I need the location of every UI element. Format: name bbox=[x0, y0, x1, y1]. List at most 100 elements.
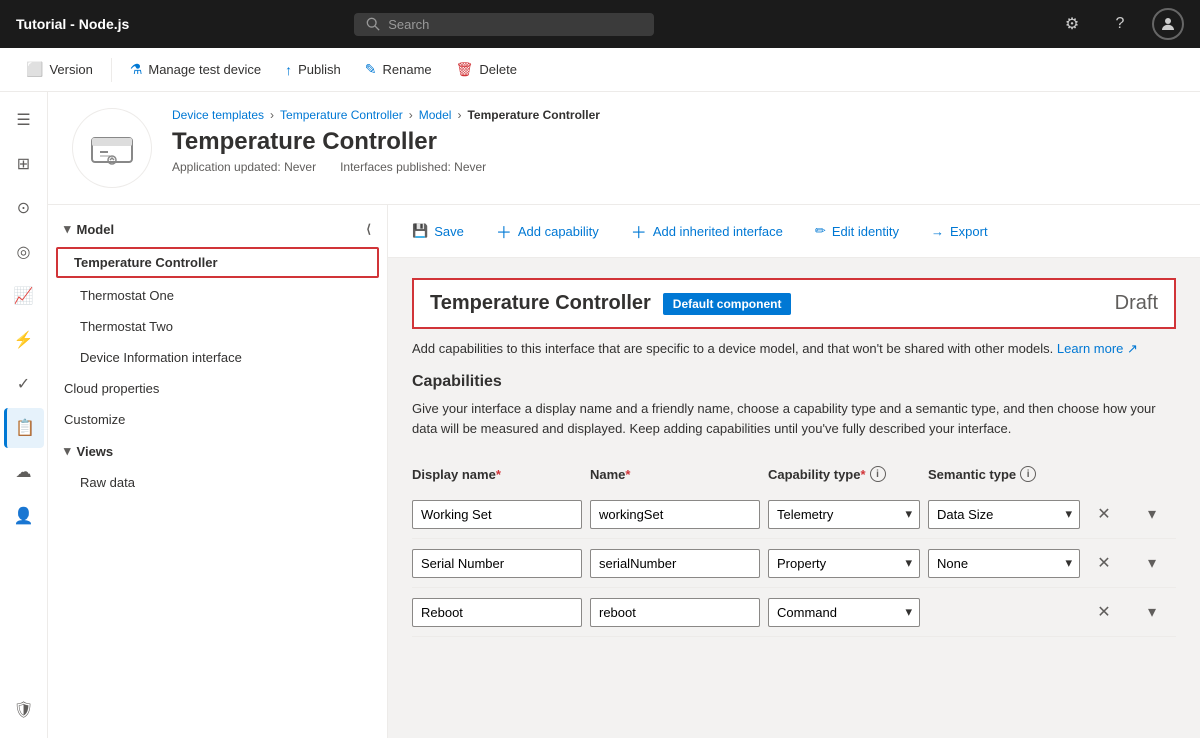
tree-item-thermostat-one[interactable]: Thermostat One bbox=[48, 280, 387, 311]
sidebar-icon-jobs[interactable]: ✓ bbox=[4, 364, 44, 404]
learn-more-link[interactable]: Learn more ↗ bbox=[1057, 341, 1138, 356]
add-inherited-interface-button[interactable]: ＋ Add inherited interface bbox=[623, 213, 791, 249]
top-bar: Tutorial - Node.js ⚙ ? bbox=[0, 0, 1200, 48]
edit-identity-button[interactable]: ✏ Edit identity bbox=[807, 217, 907, 245]
capability-type-select-1[interactable]: Telemetry Property Command bbox=[768, 500, 920, 529]
model-collapse-icon[interactable]: ▾ bbox=[64, 221, 71, 237]
search-icon bbox=[366, 17, 380, 31]
model-panel-collapse[interactable]: ⟨ bbox=[366, 222, 371, 236]
delete-button[interactable]: 🗑 Delete bbox=[446, 55, 527, 84]
add-inherited-icon: ＋ bbox=[631, 219, 647, 243]
semantic-type-info-icon[interactable]: i bbox=[1020, 466, 1036, 482]
sidebar-icon-users[interactable]: 👤 bbox=[4, 496, 44, 536]
col-name: Name * bbox=[590, 467, 760, 482]
meta-updated: Application updated: Never bbox=[172, 160, 316, 174]
name-input-2[interactable] bbox=[590, 549, 760, 578]
views-collapse-icon[interactable]: ▾ bbox=[64, 443, 71, 459]
tree-item-device-info[interactable]: Device Information interface bbox=[48, 342, 387, 373]
capabilities-section: Capabilities Give your interface a displ… bbox=[412, 373, 1176, 637]
semantic-type-select-wrapper-1: Data Size None Temperature bbox=[928, 500, 1080, 529]
save-icon: 💾 bbox=[412, 223, 428, 239]
settings-icon[interactable]: ⚙ bbox=[1056, 8, 1088, 40]
name-input-1[interactable] bbox=[590, 500, 760, 529]
component-header: Temperature Controller Default component… bbox=[412, 278, 1176, 329]
delete-row-2-button[interactable]: ✕ bbox=[1088, 547, 1120, 579]
display-name-input-3[interactable] bbox=[412, 598, 582, 627]
display-name-input-2[interactable] bbox=[412, 549, 582, 578]
export-icon: → bbox=[931, 224, 944, 239]
capabilities-title: Capabilities bbox=[412, 373, 1176, 391]
breadcrumb: Device templates › Temperature Controlle… bbox=[172, 108, 1176, 122]
sidebar-icon-devices[interactable]: ⊙ bbox=[4, 188, 44, 228]
component-desc: Add capabilities to this interface that … bbox=[412, 341, 1176, 357]
split-area: ▾ Model ⟨ Temperature Controller Thermos… bbox=[48, 205, 1200, 738]
export-button[interactable]: → Export bbox=[923, 218, 996, 245]
help-icon[interactable]: ? bbox=[1104, 8, 1136, 40]
delete-row-3-button[interactable]: ✕ bbox=[1088, 596, 1120, 628]
tree-item-raw-data[interactable]: Raw data bbox=[48, 467, 387, 498]
version-icon: ⬜ bbox=[26, 61, 43, 78]
tree-item-thermostat-two[interactable]: Thermostat Two bbox=[48, 311, 387, 342]
capability-type-select-2[interactable]: Telemetry Property Command bbox=[768, 549, 920, 578]
tree-item-temperature-controller[interactable]: Temperature Controller bbox=[56, 247, 379, 278]
tree-panel: ▾ Model ⟨ Temperature Controller Thermos… bbox=[48, 205, 388, 738]
semantic-type-select-2[interactable]: Data Size None Temperature bbox=[928, 549, 1080, 578]
detail-panel: 💾 Save ＋ Add capability ＋ Add inherited … bbox=[388, 205, 1200, 738]
page-header: Device templates › Temperature Controlle… bbox=[48, 92, 1200, 205]
semantic-type-select-1[interactable]: Data Size None Temperature bbox=[928, 500, 1080, 529]
add-capability-button[interactable]: ＋ Add capability bbox=[488, 213, 607, 249]
search-bar[interactable] bbox=[354, 13, 654, 36]
manage-test-device-button[interactable]: ⚗ Manage test device bbox=[120, 55, 271, 84]
capabilities-desc: Give your interface a display name and a… bbox=[412, 399, 1176, 438]
page-header-info: Device templates › Temperature Controlle… bbox=[172, 108, 1176, 174]
sidebar-icon-dashboard[interactable]: ⊞ bbox=[4, 144, 44, 184]
capability-type-select-wrapper-2: Telemetry Property Command bbox=[768, 549, 920, 578]
breadcrumb-device-templates[interactable]: Device templates bbox=[172, 108, 264, 122]
default-badge: Default component bbox=[663, 293, 792, 315]
publish-icon: ↑ bbox=[285, 62, 292, 78]
sidebar-icon-menu[interactable]: ☰ bbox=[4, 100, 44, 140]
sidebar-icon-settings[interactable]: 🛡 bbox=[4, 690, 44, 730]
meta-published: Interfaces published: Never bbox=[340, 160, 486, 174]
sidebar-icon-groups[interactable]: ◎ bbox=[4, 232, 44, 272]
edit-identity-icon: ✏ bbox=[815, 223, 826, 239]
avatar[interactable] bbox=[1152, 8, 1184, 40]
expand-row-2-button[interactable]: ▾ bbox=[1136, 547, 1168, 579]
delete-row-1-button[interactable]: ✕ bbox=[1088, 498, 1120, 530]
publish-button[interactable]: ↑ Publish bbox=[275, 56, 351, 84]
template-icon bbox=[72, 108, 152, 188]
content-area: Device templates › Temperature Controlle… bbox=[48, 92, 1200, 738]
breadcrumb-current: Temperature Controller bbox=[467, 108, 599, 122]
col-display-name: Display name * bbox=[412, 467, 582, 482]
capability-type-info-icon[interactable]: i bbox=[870, 466, 886, 482]
sidebar-icon-rules[interactable]: ⚡ bbox=[4, 320, 44, 360]
col-semantic-type: Semantic type i bbox=[928, 466, 1080, 482]
search-input[interactable] bbox=[388, 17, 608, 32]
component-title-area: Temperature Controller Default component bbox=[430, 292, 791, 315]
sidebar-icon-templates[interactable]: 📋 bbox=[4, 408, 44, 448]
name-input-3[interactable] bbox=[590, 598, 760, 627]
display-name-input-1[interactable] bbox=[412, 500, 582, 529]
expand-row-1-button[interactable]: ▾ bbox=[1136, 498, 1168, 530]
capability-type-select-wrapper-3: Telemetry Property Command bbox=[768, 598, 920, 627]
save-button[interactable]: 💾 Save bbox=[404, 217, 472, 245]
component-title: Temperature Controller bbox=[430, 292, 651, 315]
table-row: Telemetry Property Command Data Size Non… bbox=[412, 539, 1176, 588]
main-layout: ☰ ⊞ ⊙ ◎ 📈 ⚡ ✓ 📋 ☁ 👤 🛡 bbox=[0, 92, 1200, 738]
sidebar-icon-analytics[interactable]: 📈 bbox=[4, 276, 44, 316]
expand-row-3-button[interactable]: ▾ bbox=[1136, 596, 1168, 628]
col-capability-type: Capability type * i bbox=[768, 466, 920, 482]
breadcrumb-model[interactable]: Model bbox=[419, 108, 452, 122]
sidebar-icon-cloud[interactable]: ☁ bbox=[4, 452, 44, 492]
semantic-type-select-wrapper-2: Data Size None Temperature bbox=[928, 549, 1080, 578]
rename-button[interactable]: ✎ Rename bbox=[355, 55, 442, 84]
capabilities-table: Display name * Name * Capability type * bbox=[412, 458, 1176, 637]
delete-icon: 🗑 bbox=[456, 61, 474, 78]
breadcrumb-temperature-controller[interactable]: Temperature Controller bbox=[280, 108, 403, 122]
tree-customize[interactable]: Customize bbox=[48, 404, 387, 435]
capability-type-select-3[interactable]: Telemetry Property Command bbox=[768, 598, 920, 627]
rename-icon: ✎ bbox=[365, 61, 377, 78]
toolbar: ⬜ Version ⚗ Manage test device ↑ Publish… bbox=[0, 48, 1200, 92]
tree-cloud-properties[interactable]: Cloud properties bbox=[48, 373, 387, 404]
version-button[interactable]: ⬜ Version bbox=[16, 55, 103, 84]
